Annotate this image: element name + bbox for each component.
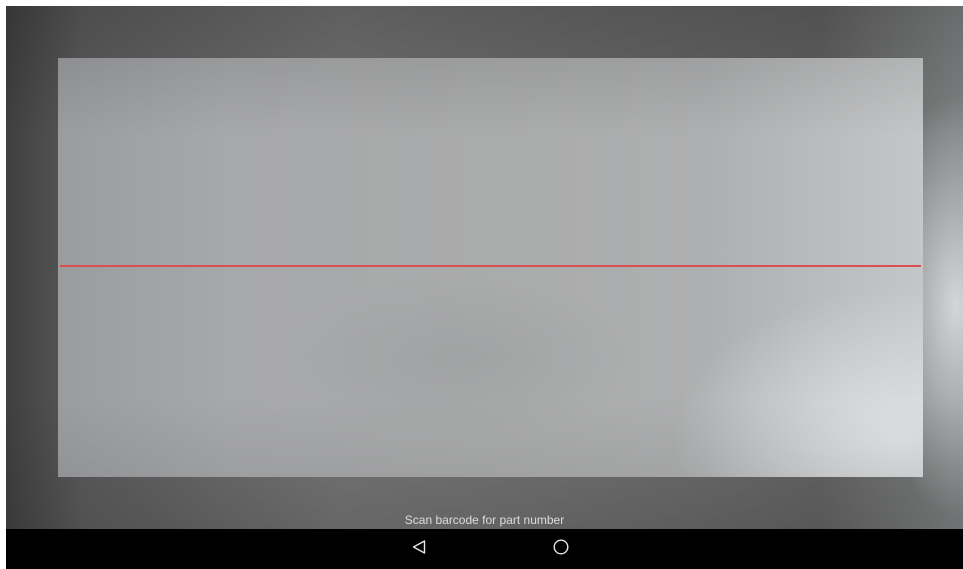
scan-viewfinder — [58, 58, 923, 477]
back-button[interactable] — [395, 529, 443, 569]
scan-prompt-text: Scan barcode for part number — [404, 513, 565, 527]
home-button[interactable] — [537, 529, 585, 569]
camera-preview: Scan barcode for part number — [6, 6, 963, 529]
home-icon — [552, 538, 570, 561]
system-navigation-bar — [6, 529, 963, 569]
barcode-scanner-screen: Scan barcode for part number — [6, 6, 963, 569]
back-icon — [411, 539, 427, 560]
scan-laser-line — [60, 265, 921, 267]
